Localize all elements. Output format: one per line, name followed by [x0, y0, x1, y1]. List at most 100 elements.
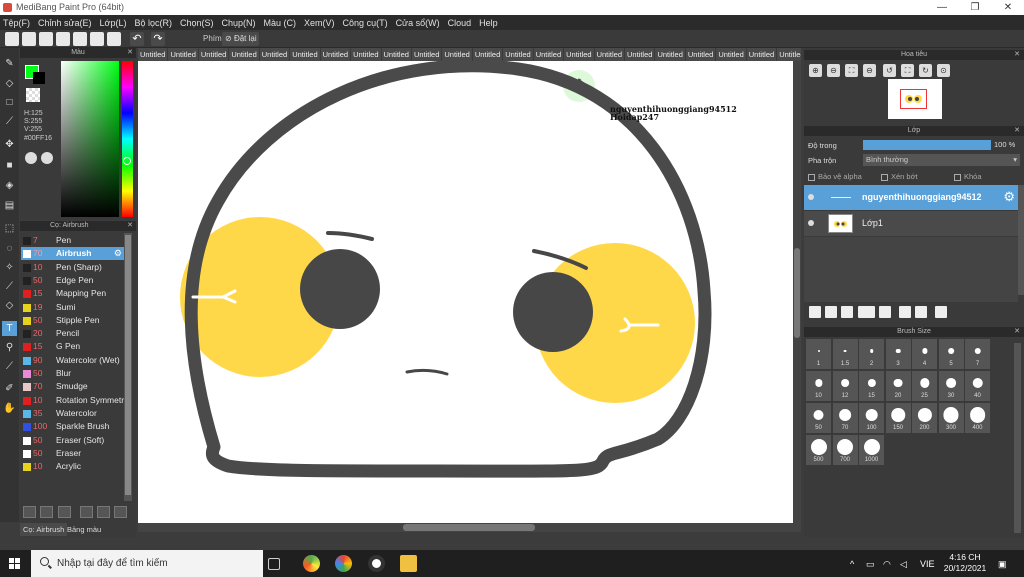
battery-icon[interactable]: ▭ [866, 559, 875, 570]
brush-item[interactable]: 19 Sumi [21, 301, 125, 314]
document-tab[interactable]: Untitled [595, 48, 625, 61]
menu-color[interactable]: Màu (C) [261, 15, 302, 29]
document-tab[interactable]: Untitled [686, 48, 717, 61]
brush-size-option[interactable]: 2 [859, 339, 884, 369]
document-tab[interactable]: Untitled [412, 48, 443, 61]
canvas-horizontal-scrollbar[interactable] [138, 523, 801, 532]
close-button[interactable]: ✕ [993, 0, 1023, 15]
coccoc-browser-icon[interactable] [303, 555, 320, 572]
redo-icon[interactable]: ↷ [151, 32, 165, 46]
document-tab[interactable]: Untitled [321, 48, 352, 61]
folder-icon[interactable] [97, 506, 110, 518]
file-explorer-icon[interactable] [400, 555, 417, 572]
scrollbar-thumb[interactable] [125, 235, 131, 495]
grid-icon[interactable] [73, 32, 87, 46]
brush-item[interactable]: 50 Stipple Pen [21, 314, 125, 327]
document-tab[interactable]: Untitled [473, 48, 504, 61]
gradient-tool-icon[interactable]: ▤ [2, 198, 17, 213]
shape-tool-icon[interactable]: □ [2, 95, 17, 110]
clock[interactable]: 4:16 CH 20/12/2021 [940, 552, 990, 574]
brush-item[interactable]: 35 Watercolor [21, 407, 125, 420]
move-tool-icon[interactable]: ✥ [2, 137, 17, 152]
add-layer-menu-icon[interactable] [858, 306, 875, 318]
brush-size-option[interactable]: 150 [885, 403, 911, 433]
new-file-icon[interactable] [22, 32, 36, 46]
ruler-tool-icon[interactable]: ⟋ [2, 359, 17, 374]
brush-item[interactable]: 50 Blur [21, 367, 125, 380]
menu-layer[interactable]: Lớp(L) [97, 15, 132, 29]
brush-item[interactable]: 20 Pencil [21, 327, 125, 340]
merge-down-icon[interactable] [915, 306, 927, 318]
document-tab[interactable]: Untitled [382, 48, 412, 61]
tab-palette[interactable]: Bảng màu [64, 523, 104, 536]
menu-file[interactable]: Tệp(F) [0, 15, 35, 29]
brush-size-option[interactable]: 5 [938, 339, 964, 369]
brush-tool-icon[interactable]: ✎ [2, 56, 17, 71]
opacity-slider[interactable] [863, 140, 991, 150]
minimize-button[interactable]: — [927, 0, 957, 15]
brush-size-option[interactable]: 12 [832, 371, 858, 401]
menu-view[interactable]: Xem(V) [301, 15, 340, 29]
brush-size-option[interactable]: 700 [832, 435, 858, 465]
zoom-in-icon[interactable]: ⊕ [809, 64, 822, 77]
eyedropper-tool-icon[interactable]: ✐ [2, 381, 17, 396]
brush-item[interactable]: 70 Airbrush ⚙ [21, 247, 125, 261]
blend-mode-select[interactable]: Bình thường ▾ [863, 154, 1020, 166]
brush-item[interactable]: 70 Smudge [21, 380, 125, 393]
menu-snap[interactable]: Chụp(N) [219, 15, 261, 29]
palette-icon[interactable] [25, 152, 37, 164]
document-tab[interactable]: Untitled [777, 48, 801, 61]
menu-window[interactable]: Cửa sổ(W) [393, 15, 445, 29]
zoom-out-icon[interactable]: ⊖ [827, 64, 840, 77]
brush-size-option[interactable]: 15 [859, 371, 884, 401]
rotate-right-icon[interactable]: ↻ [919, 64, 932, 77]
brush-size-option[interactable]: 500 [806, 435, 831, 465]
document-tab[interactable]: Untitled [564, 48, 595, 61]
open-file-icon[interactable] [39, 32, 53, 46]
navigator-viewport-frame[interactable] [900, 89, 927, 109]
add-brush-icon[interactable] [23, 506, 36, 518]
task-view-icon[interactable] [268, 558, 280, 570]
new-halftone-layer-icon[interactable] [825, 306, 837, 318]
brush-size-option[interactable]: 10 [806, 371, 831, 401]
brush-size-option[interactable]: 1000 [859, 435, 884, 465]
folder-icon[interactable] [879, 306, 891, 318]
brush-size-option[interactable]: 50 [806, 403, 831, 433]
document-tab[interactable]: Untitled [351, 48, 382, 61]
brush-item[interactable]: 15 Mapping Pen [21, 287, 125, 300]
brush-item[interactable]: 50 Eraser (Soft) [21, 434, 125, 447]
document-tab[interactable]: Untitled [625, 48, 656, 61]
brush-list-scrollbar[interactable] [124, 233, 132, 501]
brush-size-option[interactable]: 4 [912, 339, 937, 369]
scrollbar-thumb[interactable] [794, 248, 800, 338]
fit-window-icon[interactable]: ⛶ [901, 64, 914, 77]
document-tab[interactable]: Untitled [290, 48, 321, 61]
brush-item[interactable]: 90 Watercolor (Wet) [21, 354, 125, 367]
brush-size-option[interactable]: 30 [938, 371, 964, 401]
actual-size-icon[interactable]: ⊖ [863, 64, 876, 77]
hue-slider-knob[interactable] [123, 157, 131, 165]
text-tool-icon[interactable]: T [2, 321, 17, 336]
menu-tools[interactable]: Công cụ(T) [340, 15, 393, 29]
tab-brush[interactable]: Cọ: Airbrush [20, 523, 68, 536]
brush-size-option[interactable]: 400 [965, 403, 990, 433]
brush-size-scrollbar[interactable] [1014, 343, 1021, 533]
hand-tool-icon[interactable]: ✋ [2, 401, 17, 416]
close-icon[interactable]: ✕ [1014, 126, 1020, 136]
brush-item[interactable]: 10 Pen (Sharp) [21, 261, 125, 274]
brush-item[interactable]: 15 G Pen [21, 340, 125, 353]
bucket-tool-icon[interactable]: ◈ [2, 178, 17, 193]
select-pen-tool-icon[interactable]: ⟋ [2, 279, 17, 294]
notification-icon[interactable]: ▣ [998, 559, 1007, 570]
brush-item[interactable]: 50 Edge Pen [21, 274, 125, 287]
hue-slider[interactable] [122, 61, 133, 217]
undo-icon[interactable]: ↶ [130, 32, 144, 46]
menu-help[interactable]: Help [476, 15, 503, 29]
brush-size-option[interactable]: 300 [938, 403, 964, 433]
menu-cloud[interactable]: Cloud [445, 15, 477, 29]
canvas-vertical-scrollbar[interactable] [793, 61, 801, 523]
document-tab[interactable]: Untitled [229, 48, 260, 61]
palette-settings-icon[interactable] [41, 152, 53, 164]
brush-size-option[interactable]: 20 [885, 371, 911, 401]
visibility-icon[interactable] [808, 194, 814, 200]
